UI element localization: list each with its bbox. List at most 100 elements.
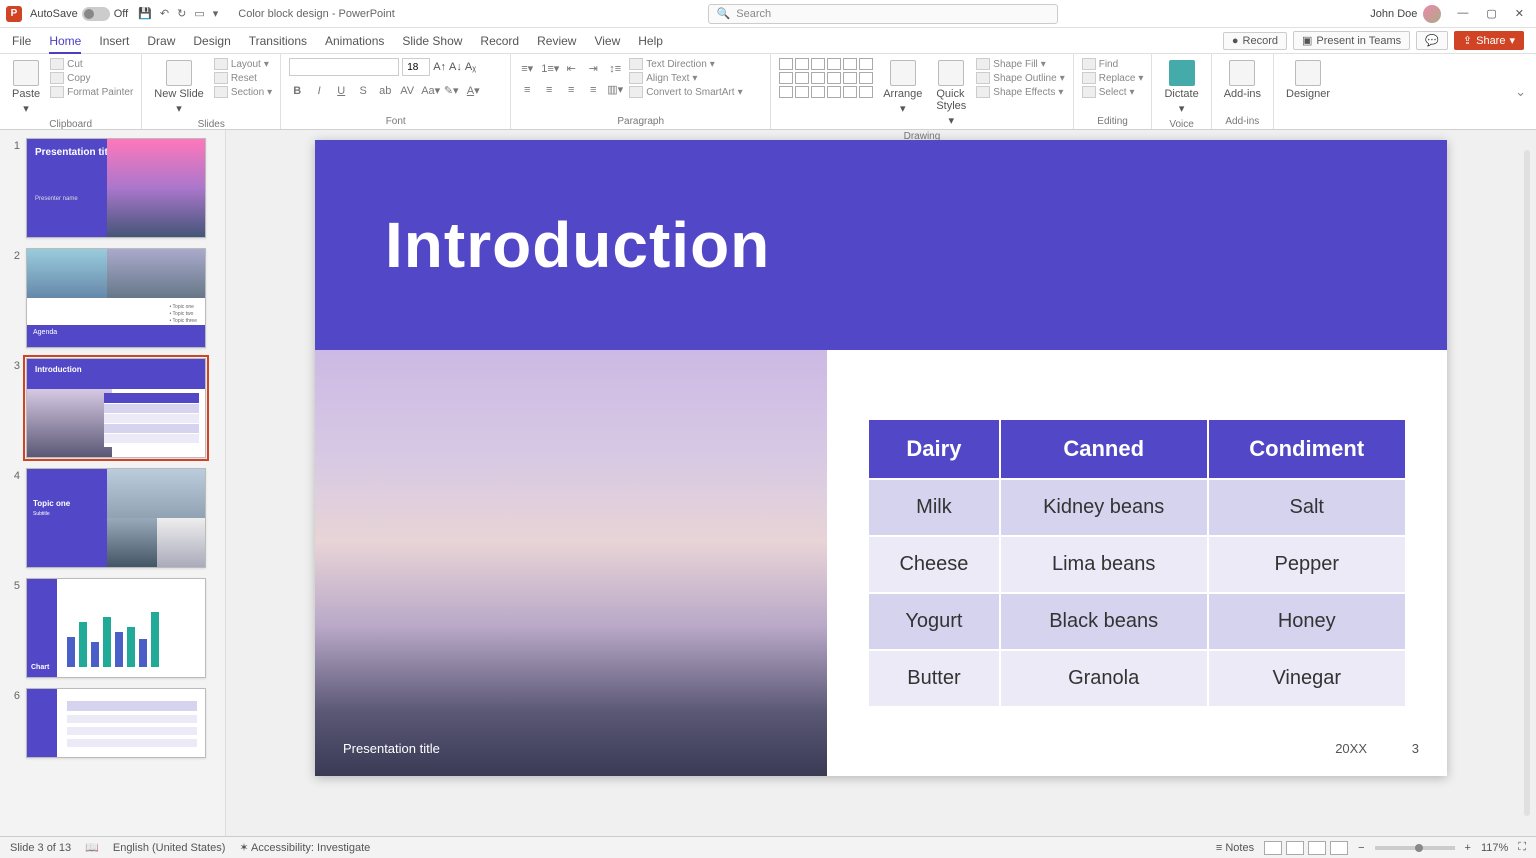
select-button[interactable]: Select ▾: [1082, 86, 1144, 98]
format-painter-button[interactable]: Format Painter: [50, 86, 133, 98]
present-teams-button[interactable]: ▣ Present in Teams: [1293, 31, 1410, 50]
underline-icon[interactable]: U: [333, 85, 349, 97]
thumbnail-slide-2[interactable]: • Topic one• Topic two• Topic three• Top…: [26, 248, 206, 348]
numbering-icon[interactable]: 1≡▾: [541, 62, 557, 75]
minimize-icon[interactable]: —: [1457, 7, 1468, 20]
arrange-button[interactable]: Arrange▾: [879, 58, 926, 117]
replace-button[interactable]: Replace ▾: [1082, 72, 1144, 84]
tab-view[interactable]: View: [594, 34, 620, 48]
align-text-button[interactable]: Align Text ▾: [629, 72, 742, 84]
thumbnail-slide-4[interactable]: Topic one Subtitle: [26, 468, 206, 568]
thumbnail-slide-3[interactable]: Introduction: [26, 358, 206, 458]
addins-button[interactable]: Add-ins: [1220, 58, 1265, 102]
save-icon[interactable]: 💾: [138, 7, 152, 20]
tab-file[interactable]: File: [12, 34, 31, 48]
sorter-view-icon[interactable]: [1286, 841, 1304, 855]
bullets-icon[interactable]: ≡▾: [519, 62, 535, 75]
align-right-icon[interactable]: ≡: [563, 84, 579, 96]
vertical-scrollbar[interactable]: [1520, 130, 1534, 836]
case-icon[interactable]: Aa▾: [421, 84, 437, 97]
zoom-out-icon[interactable]: −: [1358, 842, 1364, 854]
thumbnail-slide-5[interactable]: Chart: [26, 578, 206, 678]
paste-button[interactable]: Paste▾: [8, 58, 44, 117]
columns-icon[interactable]: ▥▾: [607, 83, 623, 96]
zoom-slider[interactable]: [1375, 846, 1455, 850]
find-button[interactable]: Find: [1082, 58, 1144, 70]
language-button[interactable]: English (United States): [113, 842, 226, 854]
indent-inc-icon[interactable]: ⇥: [585, 62, 601, 75]
shape-effects-button[interactable]: Shape Effects ▾: [976, 86, 1064, 98]
tab-insert[interactable]: Insert: [99, 34, 129, 48]
fit-window-icon[interactable]: ⛶: [1518, 841, 1526, 854]
decrease-font-icon[interactable]: A↓: [449, 61, 462, 73]
bold-icon[interactable]: B: [289, 85, 305, 97]
cut-button[interactable]: Cut: [50, 58, 133, 70]
quick-styles-button[interactable]: Quick Styles▾: [932, 58, 970, 129]
reset-button[interactable]: Reset: [214, 72, 272, 84]
tab-transitions[interactable]: Transitions: [249, 34, 307, 48]
collapse-ribbon-icon[interactable]: ⌄: [1505, 80, 1536, 104]
increase-font-icon[interactable]: A↑: [433, 61, 446, 73]
thumbnail-panel[interactable]: 1 Presentation title Presenter name 2 • …: [0, 130, 226, 836]
line-spacing-icon[interactable]: ↕≡: [607, 63, 623, 75]
slideshow-icon[interactable]: ▭: [194, 7, 204, 20]
normal-view-icon[interactable]: [1264, 841, 1282, 855]
user-account[interactable]: John Doe: [1370, 5, 1441, 23]
convert-smartart-button[interactable]: Convert to SmartArt ▾: [629, 86, 742, 98]
shape-outline-button[interactable]: Shape Outline ▾: [976, 72, 1064, 84]
clear-format-icon[interactable]: Aᵪ: [465, 61, 476, 73]
text-direction-button[interactable]: Text Direction ▾: [629, 58, 742, 70]
font-color-icon[interactable]: A▾: [465, 84, 481, 97]
strike-icon[interactable]: ab: [377, 85, 393, 97]
font-name-input[interactable]: [289, 58, 399, 76]
autosave-toggle[interactable]: AutoSave Off: [30, 7, 128, 21]
new-slide-button[interactable]: New Slide▾: [150, 58, 208, 117]
tab-record[interactable]: Record: [480, 34, 519, 48]
accessibility-button[interactable]: ✶ Accessibility: Investigate: [239, 841, 370, 854]
tab-home[interactable]: Home: [49, 34, 81, 54]
dictate-button[interactable]: Dictate▾: [1160, 58, 1202, 117]
shadow-icon[interactable]: S: [355, 85, 371, 97]
slideshow-view-icon[interactable]: [1330, 841, 1348, 855]
copy-button[interactable]: Copy: [50, 72, 133, 84]
shapes-gallery[interactable]: [779, 58, 873, 98]
search-box[interactable]: 🔍 Search: [708, 4, 1058, 24]
indent-dec-icon[interactable]: ⇤: [563, 62, 579, 75]
tab-animations[interactable]: Animations: [325, 34, 384, 48]
maximize-icon[interactable]: ▢: [1486, 7, 1496, 20]
tab-review[interactable]: Review: [537, 34, 576, 48]
highlight-icon[interactable]: ✎▾: [443, 84, 459, 97]
close-icon[interactable]: ✕: [1515, 7, 1524, 20]
align-left-icon[interactable]: ≡: [519, 84, 535, 96]
slide[interactable]: Introduction Presentation title Dairy Ca…: [315, 140, 1447, 776]
slide-title-block[interactable]: Introduction: [315, 140, 1447, 350]
justify-icon[interactable]: ≡: [585, 84, 601, 96]
slide-counter[interactable]: Slide 3 of 13: [10, 842, 71, 854]
reading-view-icon[interactable]: [1308, 841, 1326, 855]
spelling-icon[interactable]: 📖: [85, 841, 99, 854]
italic-icon[interactable]: I: [311, 85, 327, 97]
layout-button[interactable]: Layout ▾: [214, 58, 272, 70]
spacing-icon[interactable]: AV: [399, 85, 415, 97]
font-size-input[interactable]: [402, 58, 430, 76]
zoom-level[interactable]: 117%: [1481, 842, 1508, 854]
thumbnail-slide-1[interactable]: Presentation title Presenter name: [26, 138, 206, 238]
section-button[interactable]: Section ▾: [214, 86, 272, 98]
comments-button[interactable]: 💬: [1416, 31, 1448, 50]
record-button[interactable]: ● Record: [1223, 32, 1287, 50]
tab-slideshow[interactable]: Slide Show: [402, 34, 462, 48]
qat-more-icon[interactable]: ▾: [213, 7, 219, 20]
tab-design[interactable]: Design: [193, 34, 230, 48]
redo-icon[interactable]: ↻: [177, 7, 186, 20]
tab-help[interactable]: Help: [638, 34, 663, 48]
share-button[interactable]: ⇪ Share ▾: [1454, 31, 1524, 50]
undo-icon[interactable]: ↶: [160, 7, 169, 20]
zoom-in-icon[interactable]: +: [1465, 842, 1471, 854]
thumbnail-slide-6[interactable]: [26, 688, 206, 758]
designer-button[interactable]: Designer: [1282, 58, 1334, 102]
notes-button[interactable]: ≡ Notes: [1216, 842, 1254, 854]
slide-table-area[interactable]: Dairy Canned Condiment Milk Kidney beans…: [827, 350, 1447, 776]
slide-canvas[interactable]: Introduction Presentation title Dairy Ca…: [226, 130, 1536, 836]
shape-fill-button[interactable]: Shape Fill ▾: [976, 58, 1064, 70]
slide-image[interactable]: Presentation title: [315, 350, 827, 776]
